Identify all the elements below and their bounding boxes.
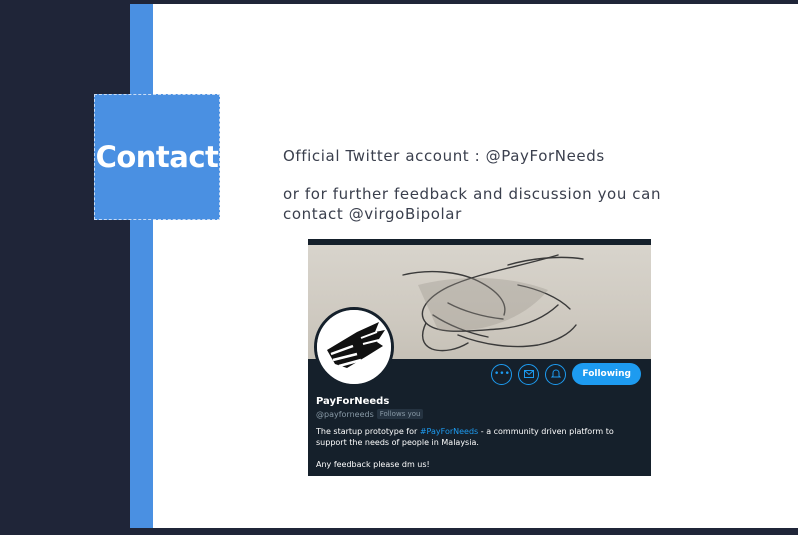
profile-name: PayForNeeds <box>316 396 390 407</box>
twitter-profile-screenshot: ••• Following PayForNeeds @payforneeds F… <box>308 239 651 476</box>
bio-line-2: Any feedback please dm us! <box>316 460 430 469</box>
handle-row: @payforneeds Follows you <box>316 409 424 419</box>
profile-bio: The startup prototype for #PayForNeeds -… <box>316 426 641 470</box>
feedback-line-1: or for further feedback and discussion y… <box>283 185 662 203</box>
accent-bar <box>130 4 153 528</box>
bio-prefix: The startup prototype for <box>316 427 420 436</box>
hashtag-link[interactable]: #PayForNeeds <box>420 427 478 436</box>
profile-handle: @payforneeds <box>316 409 374 419</box>
more-icon[interactable]: ••• <box>491 363 513 385</box>
follows-you-badge: Follows you <box>376 409 424 419</box>
twitter-account-line: Official Twitter account : @PayForNeeds <box>283 147 605 165</box>
feedback-line-2: contact @virgoBipolar <box>283 205 462 223</box>
message-icon[interactable] <box>518 363 540 385</box>
hands-logo-icon <box>317 310 391 384</box>
contact-text: Official Twitter account : @PayForNeeds … <box>283 146 703 224</box>
section-title: Contact <box>95 140 219 174</box>
following-button[interactable]: Following <box>572 363 641 385</box>
avatar[interactable] <box>314 307 394 387</box>
notification-icon[interactable] <box>545 363 567 385</box>
contact-heading-box: Contact <box>94 94 220 220</box>
profile-actions: ••• Following <box>491 363 641 385</box>
